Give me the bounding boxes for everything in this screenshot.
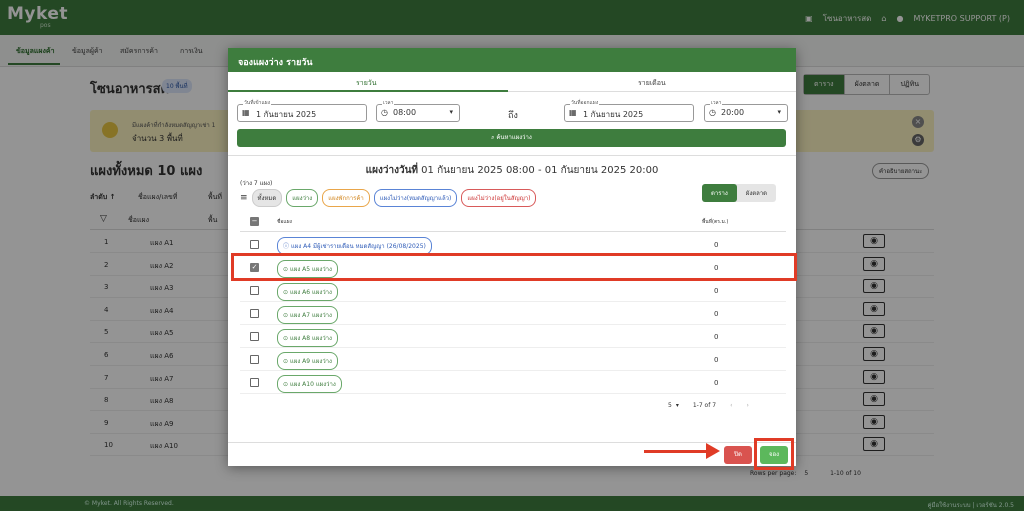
status-icon: ⊙ (283, 289, 289, 296)
status-icon: ⊙ (283, 358, 289, 365)
chip-suspended[interactable]: แผงพักการค้า (322, 189, 370, 207)
row-checkbox[interactable] (250, 309, 259, 318)
stall-status-chip[interactable]: ⊙ แผง A7 แผงว่าง (277, 306, 338, 324)
result-view-table[interactable]: ตาราง (702, 184, 737, 202)
status-icon: ⊙ (283, 312, 289, 319)
status-filter-chips: ≡ ทั้งหมด แผงว่าง แผงพักการค้า แผงไม่ว่า… (240, 189, 537, 207)
result-title-range: 01 กันยายน 2025 08:00 - 01 กันยายน 2025 … (418, 165, 659, 176)
next-page-icon[interactable]: › (746, 402, 748, 409)
stall-area: 0 (714, 333, 719, 341)
divider (228, 155, 796, 156)
page-range: 1-7 of 7 (692, 402, 717, 409)
stall-status-chip[interactable]: ⊙ แผง A9 แผงว่าง (277, 352, 338, 370)
selected-row-highlight (231, 253, 797, 281)
calendar-icon: ▦ (569, 108, 577, 117)
vacant-row[interactable]: ⊙ แผง A10 แผงว่าง 0 (240, 371, 786, 394)
tab-daily[interactable]: รายวัน (356, 78, 377, 89)
row-checkbox[interactable] (250, 378, 259, 387)
clock-icon: ◷ (709, 108, 716, 117)
stall-label: แผง A8 แผงว่าง (289, 335, 332, 342)
stall-area: 0 (714, 310, 719, 318)
start-time-value: 08:00 (393, 108, 417, 117)
chip-vacant[interactable]: แผงว่าง (286, 189, 319, 207)
stall-area: 0 (714, 356, 719, 364)
search-button-label: ค้นหาแผงว่าง (496, 134, 532, 141)
close-button[interactable]: ปิด (724, 446, 752, 464)
end-date-label: วันที่ออกแผง (570, 99, 600, 107)
stall-status-chip[interactable]: ⊙ แผง A10 แผงว่าง (277, 375, 342, 393)
prev-page-icon[interactable]: ‹ (730, 402, 732, 409)
select-all-checkbox[interactable]: − (250, 217, 259, 226)
area-header: พื้นที่(ตร.ม.) (702, 219, 729, 225)
clock-icon: ◷ (381, 108, 388, 117)
vacant-table-header: − ชื่อแผง พื้นที่(ตร.ม.) (240, 210, 786, 232)
result-title: แผงว่างวันที่ 01 กันยายน 2025 08:00 - 01… (228, 163, 796, 178)
status-icon: ⊙ (283, 335, 289, 342)
stall-status-chip[interactable]: ⊙ แผง A6 แผงว่าง (277, 283, 338, 301)
chip-expired[interactable]: แผงไม่ว่าง(หมดสัญญาแล้ว) (373, 189, 458, 207)
booking-dialog: จองแผงว่าง รายวัน รายวัน รายเดือน วันที่… (228, 48, 797, 470)
stall-label: แผง A9 แผงว่าง (289, 358, 332, 365)
chevron-down-icon: ▾ (675, 402, 679, 409)
stall-label: แผง A10 แผงว่าง (289, 381, 336, 388)
arrow-head-icon (706, 443, 720, 459)
vacant-row[interactable]: ⊙ แผง A9 แผงว่าง 0 (240, 348, 786, 371)
end-date-value: 1 กันยายน 2025 (583, 110, 644, 119)
vacant-row[interactable]: ⊙ แผง A8 แผงว่าง 0 (240, 325, 786, 348)
rows-per-page-select[interactable]: 5 (668, 402, 672, 409)
chip-all[interactable]: ทั้งหมด (251, 189, 283, 207)
annotation-arrow (644, 450, 710, 453)
end-date-field[interactable]: วันที่ออกแผง ▦ 1 กันยายน 2025 (564, 99, 694, 122)
vacant-row[interactable]: ✓ ⊙ แผง A5 แผงว่าง 0 (231, 253, 797, 281)
start-time-label: เวลา (382, 99, 395, 107)
vacant-count: (ว่าง 7 แผง) (240, 180, 273, 187)
start-date-field[interactable]: วันที่เข้าแผง ▦ 1 กันยายน 2025 (237, 99, 367, 122)
result-title-bold: แผงว่างวันที่ (365, 165, 418, 176)
row-checkbox[interactable] (250, 332, 259, 341)
stall-area: 0 (714, 241, 719, 249)
vacant-row[interactable]: ⊙ แผง A7 แผงว่าง 0 (240, 302, 786, 325)
filter-list-icon[interactable]: ≡ (240, 193, 248, 203)
dialog-tabs: รายวัน รายเดือน (228, 72, 796, 92)
stall-status-chip[interactable]: ⊙ แผง A8 แผงว่าง (277, 329, 338, 347)
result-view-map[interactable]: ผังตลาด (737, 184, 776, 202)
chip-under-contract[interactable]: แผงไม่ว่าง(อยู่ในสัญญา) (461, 189, 537, 207)
tab-monthly[interactable]: รายเดือน (638, 78, 666, 89)
result-view-toggle: ตาราง ผังตลาด (702, 184, 777, 202)
search-vacant-button[interactable]: ⌕ ค้นหาแผงว่าง (237, 129, 786, 147)
status-icon: ⓘ (283, 243, 290, 250)
start-date-label: วันที่เข้าแผง (243, 99, 272, 107)
date-range-separator: ถึง (508, 111, 518, 121)
dialog-title: จองแผงว่าง รายวัน (228, 48, 796, 72)
stall-label: แผง A4 มีผู้เช่ารายเดือน หมดสัญญา (26/08… (290, 243, 426, 250)
active-tab-indicator (228, 90, 508, 92)
end-time-label: เวลา (710, 99, 723, 107)
stall-label: แผง A7 แผงว่าง (289, 312, 332, 319)
start-time-field[interactable]: เวลา ◷ 08:00 ▾ (376, 99, 460, 122)
row-checkbox[interactable] (250, 286, 259, 295)
calendar-icon: ▦ (242, 108, 250, 117)
chevron-down-icon: ▾ (777, 108, 781, 116)
stall-area: 0 (714, 379, 719, 387)
stall-name-header: ชื่อแผง (277, 219, 292, 225)
end-time-field[interactable]: เวลา ◷ 20:00 ▾ (704, 99, 788, 122)
start-date-value: 1 กันยายน 2025 (256, 110, 317, 119)
end-time-value: 20:00 (721, 108, 745, 117)
stall-area: 0 (714, 287, 719, 295)
row-checkbox[interactable] (250, 240, 259, 249)
book-button-highlight (754, 438, 794, 470)
dialog-pagination: 5 ▾ 1-7 of 7 ‹ › (668, 402, 749, 409)
vacant-row[interactable]: ⊙ แผง A6 แผงว่าง 0 (240, 279, 786, 302)
chevron-down-icon: ▾ (449, 108, 453, 116)
stall-label: แผง A6 แผงว่าง (289, 289, 332, 296)
row-checkbox[interactable] (250, 355, 259, 364)
status-icon: ⊙ (283, 381, 289, 388)
